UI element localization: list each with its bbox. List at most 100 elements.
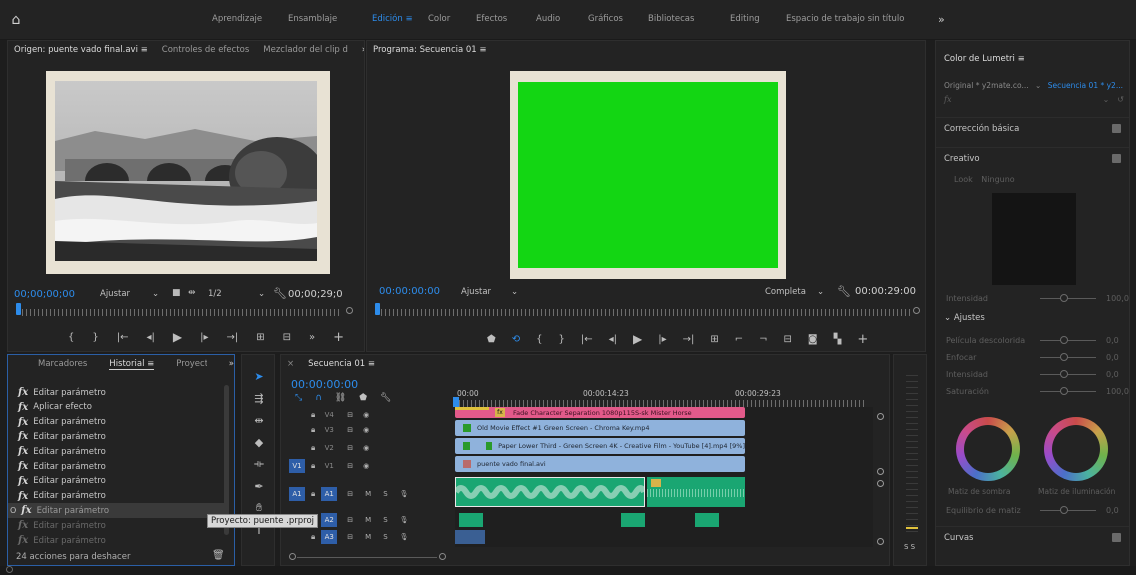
multicam-icon[interactable]: ▚ [834,334,842,345]
wrench-icon[interactable]: 🔧︎ [837,285,851,298]
slider-value[interactable]: 100,0 [1106,387,1129,396]
source-playhead[interactable] [16,303,21,315]
tab-markers[interactable]: Marcadores [38,359,87,369]
mute-button[interactable]: M [365,533,371,541]
source-resolution-dropdown[interactable]: 1/2 ⌄ [208,289,265,299]
clip-paper-lower-third[interactable]: Paper Lower Third - Green Screen 4K - Cr… [455,438,745,454]
add-button-icon[interactable]: + [333,330,344,345]
program-playhead[interactable] [375,303,380,315]
slider-track[interactable] [1040,374,1096,375]
timeline-timecode[interactable]: 00:00:00:00 [291,378,358,391]
lift-icon[interactable]: ⊞ [710,334,718,345]
mark-out-icon[interactable]: } [92,332,98,343]
source-scrub-ruler[interactable] [22,309,342,316]
step-back-icon[interactable]: ◂| [609,334,617,345]
solo-button[interactable]: S [383,533,387,541]
linked-selection-icon[interactable]: ⛓︎ [335,393,346,403]
mute-button[interactable]: M [365,516,371,524]
camera-icon[interactable]: ◙ [808,334,818,345]
track-target[interactable]: V2 [321,441,337,455]
sync-lock-icon[interactable]: ⊟ [347,490,353,498]
program-quality-dropdown[interactable]: Completa ⌄ [765,287,824,297]
track-target[interactable]: A3 [321,530,338,544]
tabs-overflow-icon[interactable]: » [362,45,364,55]
history-scrollbar[interactable] [224,385,229,535]
audio-clip-a2-2[interactable] [621,513,645,527]
play-icon[interactable]: ▶ [633,332,642,346]
more-buttons-icon[interactable]: » [309,332,315,343]
toggle-output-icon[interactable]: ⊟ [347,462,353,470]
adjustment-slider[interactable]: Saturación 100,0 [936,384,1129,398]
checkbox-icon[interactable] [1112,124,1121,133]
adjustments-toggle[interactable]: ⌄ Ajustes [944,313,985,323]
slider-track[interactable] [1040,340,1096,341]
lumetri-title[interactable]: Color de Lumetri ≡ [944,54,1025,64]
history-item[interactable]: fx Editar parámetro [8,533,224,548]
clip-old-movie-effect[interactable]: Old Movie Effect #1 Green Screen - Chrom… [455,420,745,436]
audio-clip-a3[interactable] [455,530,485,544]
source-patch[interactable] [289,423,305,437]
source-patch[interactable]: A1 [289,487,305,501]
mute-button[interactable]: M [365,490,371,498]
go-to-in-icon[interactable]: |← [117,332,129,343]
overwrite-icon[interactable]: ⊟ [283,332,291,343]
workspace-overflow-icon[interactable]: » [938,13,945,26]
program-zoom-handle[interactable] [913,307,920,314]
workspace-tab[interactable]: Espacio de trabajo sin título [786,14,904,24]
look-dropdown[interactable]: Ninguno [981,175,1014,184]
lock-icon[interactable]: 🔒︎ [311,410,315,420]
go-to-out-icon[interactable]: →| [227,332,239,343]
source-patch[interactable]: V1 [289,459,305,473]
section-basic-correction[interactable]: Corrección básica [936,117,1129,139]
go-to-in-icon[interactable]: |← [581,334,593,345]
trim-out-icon[interactable]: ¬ [759,334,767,345]
history-item[interactable]: fx Editar parámetro [8,385,224,400]
adjustment-slider[interactable]: Intensidad 0,0 [936,367,1129,381]
workspace-tab[interactable]: Bibliotecas [648,14,694,24]
workspace-tab[interactable]: Editing [730,14,760,24]
track-select-tool-icon[interactable]: ⇶ [248,389,270,407]
marker-icon[interactable]: ⬟ [487,334,496,345]
eye-icon[interactable]: ◉ [363,462,369,470]
sync-lock-icon[interactable]: ⊟ [347,533,353,541]
source-patch[interactable] [289,408,305,422]
tab-effect-controls[interactable]: Controles de efectos [162,45,250,55]
eye-icon[interactable]: ◉ [363,411,369,419]
tab-source[interactable]: Origen: puente vado final.avi ≡ [14,45,148,55]
history-item[interactable]: fx Editar parámetro [8,415,224,430]
section-creative[interactable]: Creativo [936,147,1129,169]
toggle-output-icon[interactable]: ⊟ [347,411,353,419]
trim-in-icon[interactable]: ⌐ [735,334,743,345]
highlight-tint-wheel[interactable] [1044,417,1108,481]
slider-value[interactable]: 0,0 [1106,336,1119,345]
program-timecode[interactable]: 00:00:00:00 [379,286,440,297]
settings-square-icon[interactable]: ■ [172,288,181,298]
audio-clip-a1[interactable] [647,477,745,507]
slider-knob[interactable] [1060,336,1068,344]
target-clip-label[interactable]: Secuencia 01 * y2... [1048,81,1123,90]
source-patch[interactable] [289,530,305,544]
shadow-tint-wheel[interactable] [956,417,1020,481]
track-target[interactable]: A1 [321,487,338,501]
slip-tool-icon[interactable]: ⟛ [248,455,270,473]
reset-icon[interactable]: ↺ [1117,95,1124,107]
source-fit-dropdown[interactable]: Ajustar ⌄ [100,289,159,299]
h-scroll-start[interactable] [289,553,296,560]
program-scrub-ruler[interactable] [381,309,911,316]
fx-dropdown[interactable]: ⌄ ↺ [1103,95,1124,107]
intensity-slider[interactable]: Intensidad 100,0 [936,291,1129,305]
add-button-icon[interactable]: + [857,332,868,347]
lock-icon[interactable]: 🔒︎ [311,489,315,499]
solo-button[interactable]: S [383,516,387,524]
workspace-tab[interactable]: Color [428,14,450,24]
workspace-tab[interactable]: Audio [536,14,560,24]
history-item[interactable]: fx Aplicar efecto [8,400,224,415]
mic-icon[interactable]: 🎙︎ [400,516,409,524]
mic-icon[interactable]: 🎙︎ [400,490,409,498]
keyframe-handle[interactable] [877,480,884,487]
nest-icon[interactable]: ⤡ [295,393,302,403]
keyframe-handle[interactable] [877,413,884,420]
step-forward-icon[interactable]: |▸ [200,332,208,343]
source-zoom-handle[interactable] [346,307,353,314]
compare-icon[interactable]: ⊟ [784,334,792,345]
